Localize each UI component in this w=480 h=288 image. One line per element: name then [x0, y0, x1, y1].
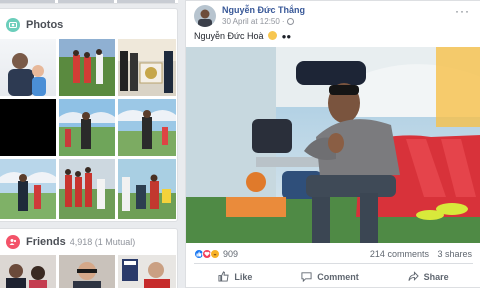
post-author[interactable]: Nguyễn Đức Thắng: [222, 5, 305, 15]
photo-thumbnail[interactable]: [0, 99, 56, 156]
friend-thumbnail[interactable]: [59, 255, 115, 288]
avatar[interactable]: [194, 5, 216, 27]
thumbs-up-icon: [218, 271, 230, 282]
photos-title[interactable]: Photos: [26, 19, 63, 31]
share-label: Share: [423, 271, 449, 282]
friend-thumbnail[interactable]: [0, 255, 56, 288]
photo-thumbnail[interactable]: [0, 39, 56, 96]
like-button[interactable]: Like: [218, 271, 252, 282]
share-button[interactable]: Share: [408, 271, 449, 282]
comment-button[interactable]: Comment: [301, 271, 359, 282]
friend-thumbnail[interactable]: [118, 255, 176, 288]
shares-count[interactable]: 3 shares: [437, 249, 472, 259]
photo-thumbnail[interactable]: [59, 99, 115, 156]
post-actions: Like Comment Share: [194, 263, 473, 288]
like-label: Like: [234, 271, 253, 282]
post-meta: 30 April at 12:50 ·: [222, 17, 294, 26]
photo-thumbnail[interactable]: [59, 159, 115, 219]
post-card: Nguyễn Đức Thắng 30 April at 12:50 · ··· …: [185, 0, 480, 288]
photo-thumbnail[interactable]: [118, 39, 176, 96]
comment-label: Comment: [317, 271, 359, 282]
globe-icon: [286, 18, 294, 25]
post-date[interactable]: 30 April at 12:50: [222, 17, 280, 26]
stub-thumbnail[interactable]: [117, 0, 175, 3]
comments-count[interactable]: 214 comments: [370, 249, 429, 259]
friends-icon: [6, 235, 20, 249]
friends-title[interactable]: Friends: [26, 236, 66, 248]
post-stats: 214 comments 3 shares: [364, 249, 472, 259]
photos-card: Photos: [0, 8, 178, 222]
friends-card: Friends 4,918 (1 Mutual): [0, 228, 178, 288]
reactions-summary[interactable]: 909: [194, 249, 238, 259]
photo-thumbnail[interactable]: [59, 39, 115, 96]
laugh-icon: [210, 249, 220, 259]
stub-thumbnail[interactable]: [0, 0, 55, 3]
photo-thumbnail[interactable]: [118, 99, 176, 156]
left-column: Photos Friends 4,918 (1 Mutual): [0, 0, 178, 288]
photos-icon: [6, 18, 20, 32]
smile-emoji-icon: [268, 31, 278, 40]
reactions-count: 909: [223, 249, 239, 259]
share-arrow-icon: [408, 271, 419, 281]
friends-count: 4,918 (1 Mutual): [69, 237, 136, 247]
previous-card-stub: [0, 0, 178, 4]
eyes-emoji-icon: ●●: [281, 32, 292, 41]
more-options-icon[interactable]: ···: [455, 4, 470, 18]
post-photo[interactable]: [186, 47, 480, 243]
post-caption: Nguyễn Đức Hoà ●●: [194, 31, 291, 41]
photo-thumbnail[interactable]: [0, 159, 56, 219]
caption-text: Nguyễn Đức Hoà: [194, 31, 264, 41]
photo-thumbnail[interactable]: [118, 159, 176, 219]
speech-bubble-icon: [301, 272, 312, 282]
stub-thumbnail[interactable]: [58, 0, 114, 3]
